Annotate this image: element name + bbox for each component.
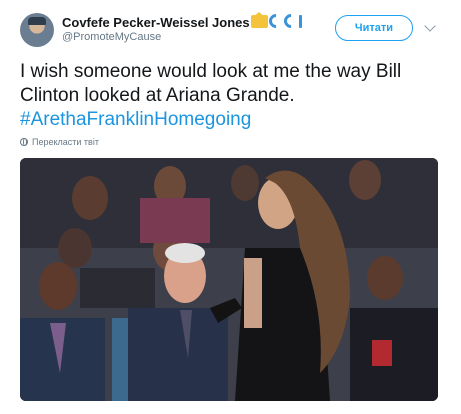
man-right-head	[367, 256, 403, 300]
tweet-text-line: Clinton looked at Ariana Grande.	[20, 85, 295, 106]
translate-tweet-link[interactable]: Перекласти твіт	[20, 137, 99, 147]
follow-button[interactable]: Читати	[335, 15, 413, 41]
avatar[interactable]	[20, 13, 54, 47]
bar-icon	[299, 14, 302, 28]
crown-icon	[251, 11, 268, 28]
tweet-card: Covfefe Pecker-Weissel Jones @PromoteMyC…	[0, 0, 461, 414]
chevron-down-icon[interactable]	[424, 20, 436, 32]
man-left-head	[39, 262, 77, 310]
man-center-hair	[165, 243, 205, 263]
display-name[interactable]: Covfefe Pecker-Weissel Jones	[62, 15, 250, 30]
crowd-person	[58, 228, 92, 268]
crowd-person	[349, 160, 381, 200]
man-right-suit	[350, 308, 438, 401]
crowd-person	[231, 165, 259, 201]
man-right-pocket-square	[372, 340, 392, 366]
woman-arm	[244, 258, 262, 328]
tweet-text: I wish someone would look at me the way …	[20, 60, 450, 132]
man-center-suit	[128, 308, 228, 401]
crowd-body	[140, 198, 210, 243]
hashtag-link[interactable]: #ArethaFranklinHomegoing	[20, 108, 450, 132]
user-handle[interactable]: @PromoteMyCause	[62, 31, 161, 43]
crowd-person	[72, 176, 108, 220]
avatar-hat-shape	[28, 17, 46, 25]
tweet-photo[interactable]	[20, 158, 438, 401]
translate-label: Перекласти твіт	[32, 137, 99, 147]
tweet-text-line: I wish someone would look at me the way …	[20, 61, 402, 82]
photo-illustration	[20, 158, 438, 401]
globe-icon	[20, 138, 28, 146]
wave-icon	[281, 11, 301, 31]
crowd-body	[80, 268, 155, 308]
name-emoji-badges	[251, 11, 302, 31]
